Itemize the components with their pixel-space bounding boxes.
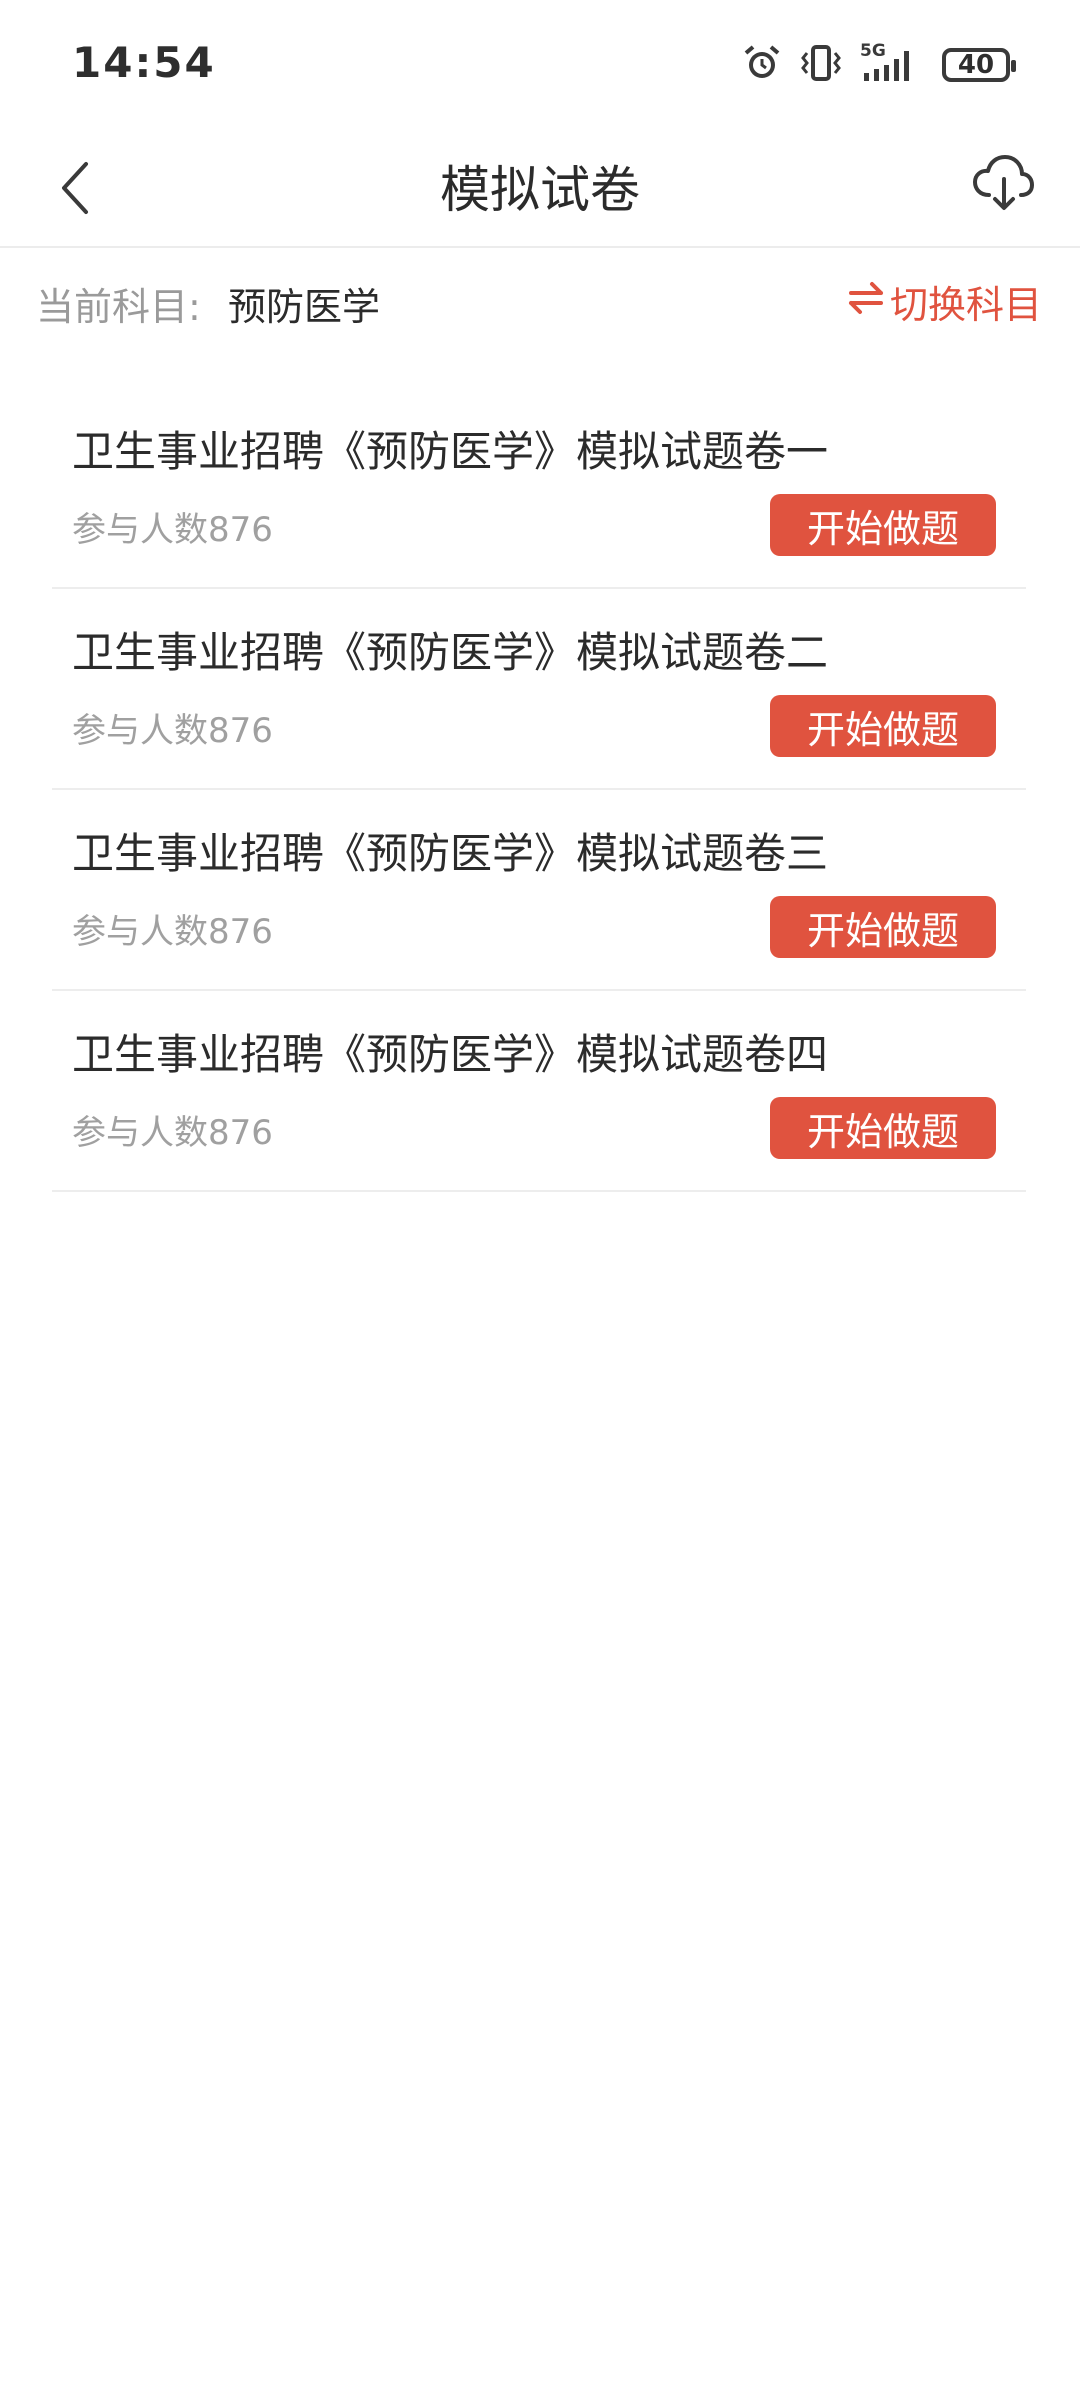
paper-item: 卫生事业招聘《预防医学》模拟试题卷一 参与人数876 开始做题 <box>52 388 1026 589</box>
paper-item: 卫生事业招聘《预防医学》模拟试题卷三 参与人数876 开始做题 <box>52 790 1026 991</box>
start-quiz-button[interactable]: 开始做题 <box>770 494 996 556</box>
subject-value: 预防医学 <box>228 285 381 329</box>
paper-title: 卫生事业招聘《预防医学》模拟试题卷三 <box>72 829 829 878</box>
paper-title: 卫生事业招聘《预防医学》模拟试题卷一 <box>72 427 829 476</box>
status-bar: 14:54 5G 40 <box>0 0 1080 130</box>
paper-item: 卫生事业招聘《预防医学》模拟试题卷二 参与人数876 开始做题 <box>52 589 1026 790</box>
paper-title: 卫生事业招聘《预防医学》模拟试题卷四 <box>72 1030 829 1079</box>
switch-subject-button[interactable]: 切换科目 <box>848 274 1042 329</box>
subject-label: 当前科目: <box>36 285 201 329</box>
participant-count: 参与人数876 <box>72 510 273 550</box>
page-title: 模拟试卷 <box>440 161 640 219</box>
start-quiz-button[interactable]: 开始做题 <box>770 896 996 958</box>
status-time: 14:54 <box>72 38 216 87</box>
start-quiz-button[interactable]: 开始做题 <box>770 1097 996 1159</box>
participant-count: 参与人数876 <box>72 711 273 751</box>
battery-level: 40 <box>957 50 995 80</box>
alarm-icon <box>742 43 782 87</box>
subject-row: 当前科目: 预防医学 切换科目 <box>0 248 1080 358</box>
paper-title: 卫生事业招聘《预防医学》模拟试题卷二 <box>72 628 829 677</box>
swap-icon <box>848 280 884 324</box>
cloud-download-icon <box>971 153 1035 217</box>
vibrate-icon <box>800 43 842 87</box>
battery-icon: 40 <box>942 48 1016 82</box>
paper-list: 卫生事业招聘《预防医学》模拟试题卷一 参与人数876 开始做题 卫生事业招聘《预… <box>52 388 1026 1192</box>
nav-bar: 模拟试卷 <box>0 130 1080 248</box>
paper-item: 卫生事业招聘《预防医学》模拟试题卷四 参与人数876 开始做题 <box>52 991 1026 1192</box>
participant-count: 参与人数876 <box>72 1113 273 1153</box>
signal-5g-icon: 5G <box>860 41 924 87</box>
start-quiz-button[interactable]: 开始做题 <box>770 695 996 757</box>
status-icons: 5G 40 <box>742 40 1016 90</box>
participant-count: 参与人数876 <box>72 912 273 952</box>
switch-subject-label: 切换科目 <box>889 283 1042 327</box>
download-button[interactable] <box>962 144 1044 226</box>
